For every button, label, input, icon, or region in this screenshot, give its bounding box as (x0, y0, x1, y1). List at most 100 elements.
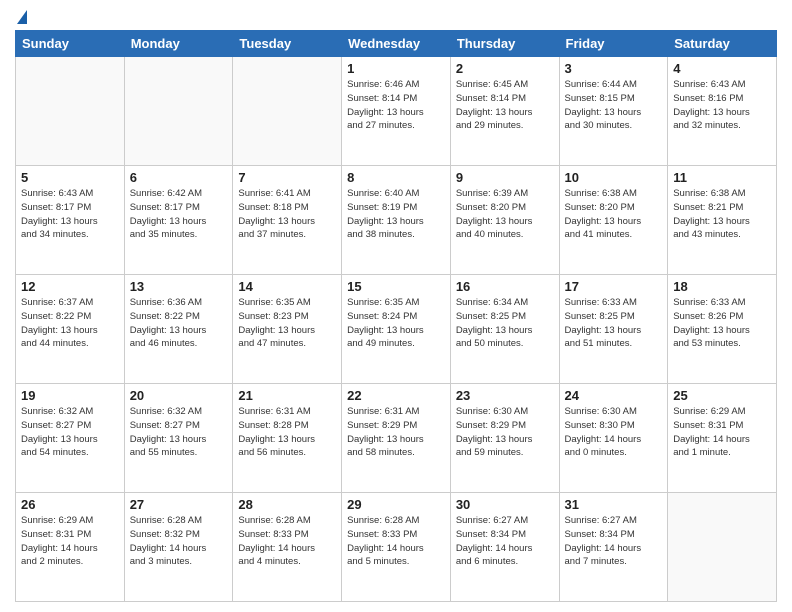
calendar-day: 22Sunrise: 6:31 AM Sunset: 8:29 PM Dayli… (342, 384, 451, 493)
calendar-day: 1 Sunrise: 6:46 AM Sunset: 8:14 PM Daylig… (342, 57, 451, 166)
day-info: Sunrise: 6:32 AM Sunset: 8:27 PM Dayligh… (130, 405, 228, 460)
calendar-day: 5 Sunrise: 6:43 AM Sunset: 8:17 PM Daylig… (16, 166, 125, 275)
day-number: 28 (238, 497, 336, 512)
day-info: Sunrise: 6:27 AM Sunset: 8:34 PM Dayligh… (565, 514, 663, 569)
day-number: 18 (673, 279, 771, 294)
calendar-day (16, 57, 125, 166)
day-number: 17 (565, 279, 663, 294)
calendar-week-4: 19Sunrise: 6:32 AM Sunset: 8:27 PM Dayli… (16, 384, 777, 493)
day-info: Sunrise: 6:46 AM Sunset: 8:14 PM Dayligh… (347, 78, 445, 133)
calendar-day: 3 Sunrise: 6:44 AM Sunset: 8:15 PM Daylig… (559, 57, 668, 166)
calendar-day: 8 Sunrise: 6:40 AM Sunset: 8:19 PM Daylig… (342, 166, 451, 275)
day-number: 2 (456, 61, 554, 76)
day-header-wednesday: Wednesday (342, 31, 451, 57)
calendar-day: 17 Sunrise: 6:33 AM Sunset: 8:25 PM Dayli… (559, 275, 668, 384)
calendar-day: 9Sunrise: 6:39 AM Sunset: 8:20 PM Daylig… (450, 166, 559, 275)
calendar-week-3: 12 Sunrise: 6:37 AM Sunset: 8:22 PM Dayli… (16, 275, 777, 384)
calendar-day: 14 Sunrise: 6:35 AM Sunset: 8:23 PM Dayli… (233, 275, 342, 384)
day-info: Sunrise: 6:43 AM Sunset: 8:17 PM Dayligh… (21, 187, 119, 242)
calendar-table: SundayMondayTuesdayWednesdayThursdayFrid… (15, 30, 777, 602)
day-number: 5 (21, 170, 119, 185)
calendar-day: 31 Sunrise: 6:27 AM Sunset: 8:34 PM Dayli… (559, 493, 668, 602)
day-info: Sunrise: 6:35 AM Sunset: 8:24 PM Dayligh… (347, 296, 445, 351)
day-number: 12 (21, 279, 119, 294)
day-number: 15 (347, 279, 445, 294)
day-info: Sunrise: 6:44 AM Sunset: 8:15 PM Dayligh… (565, 78, 663, 133)
day-number: 30 (456, 497, 554, 512)
day-info: Sunrise: 6:32 AM Sunset: 8:27 PM Dayligh… (21, 405, 119, 460)
calendar-day: 7 Sunrise: 6:41 AM Sunset: 8:18 PM Daylig… (233, 166, 342, 275)
day-header-tuesday: Tuesday (233, 31, 342, 57)
day-number: 16 (456, 279, 554, 294)
day-number: 4 (673, 61, 771, 76)
calendar-day: 4 Sunrise: 6:43 AM Sunset: 8:16 PM Daylig… (668, 57, 777, 166)
calendar-day: 18 Sunrise: 6:33 AM Sunset: 8:26 PM Dayli… (668, 275, 777, 384)
day-header-saturday: Saturday (668, 31, 777, 57)
day-info: Sunrise: 6:38 AM Sunset: 8:21 PM Dayligh… (673, 187, 771, 242)
header (15, 10, 777, 24)
day-number: 31 (565, 497, 663, 512)
calendar-week-1: 1 Sunrise: 6:46 AM Sunset: 8:14 PM Daylig… (16, 57, 777, 166)
day-info: Sunrise: 6:38 AM Sunset: 8:20 PM Dayligh… (565, 187, 663, 242)
calendar-day: 29Sunrise: 6:28 AM Sunset: 8:33 PM Dayli… (342, 493, 451, 602)
day-number: 27 (130, 497, 228, 512)
calendar-day: 21 Sunrise: 6:31 AM Sunset: 8:28 PM Dayli… (233, 384, 342, 493)
calendar-day: 12 Sunrise: 6:37 AM Sunset: 8:22 PM Dayli… (16, 275, 125, 384)
calendar-day: 6Sunrise: 6:42 AM Sunset: 8:17 PM Daylig… (124, 166, 233, 275)
day-info: Sunrise: 6:33 AM Sunset: 8:25 PM Dayligh… (565, 296, 663, 351)
day-info: Sunrise: 6:33 AM Sunset: 8:26 PM Dayligh… (673, 296, 771, 351)
day-number: 14 (238, 279, 336, 294)
calendar-day: 23 Sunrise: 6:30 AM Sunset: 8:29 PM Dayli… (450, 384, 559, 493)
calendar-day: 30 Sunrise: 6:27 AM Sunset: 8:34 PM Dayli… (450, 493, 559, 602)
day-number: 9 (456, 170, 554, 185)
day-number: 7 (238, 170, 336, 185)
page: SundayMondayTuesdayWednesdayThursdayFrid… (0, 0, 792, 612)
day-info: Sunrise: 6:28 AM Sunset: 8:32 PM Dayligh… (130, 514, 228, 569)
day-number: 24 (565, 388, 663, 403)
day-info: Sunrise: 6:37 AM Sunset: 8:22 PM Dayligh… (21, 296, 119, 351)
day-number: 1 (347, 61, 445, 76)
day-info: Sunrise: 6:35 AM Sunset: 8:23 PM Dayligh… (238, 296, 336, 351)
day-number: 11 (673, 170, 771, 185)
day-info: Sunrise: 6:30 AM Sunset: 8:29 PM Dayligh… (456, 405, 554, 460)
day-number: 20 (130, 388, 228, 403)
day-info: Sunrise: 6:29 AM Sunset: 8:31 PM Dayligh… (673, 405, 771, 460)
day-info: Sunrise: 6:31 AM Sunset: 8:28 PM Dayligh… (238, 405, 336, 460)
calendar-day (668, 493, 777, 602)
day-info: Sunrise: 6:40 AM Sunset: 8:19 PM Dayligh… (347, 187, 445, 242)
day-number: 6 (130, 170, 228, 185)
day-number: 13 (130, 279, 228, 294)
calendar-day: 10Sunrise: 6:38 AM Sunset: 8:20 PM Dayli… (559, 166, 668, 275)
day-info: Sunrise: 6:41 AM Sunset: 8:18 PM Dayligh… (238, 187, 336, 242)
calendar-day: 28Sunrise: 6:28 AM Sunset: 8:33 PM Dayli… (233, 493, 342, 602)
logo-triangle-icon (17, 10, 27, 24)
calendar-week-2: 5 Sunrise: 6:43 AM Sunset: 8:17 PM Daylig… (16, 166, 777, 275)
calendar-day (124, 57, 233, 166)
day-number: 22 (347, 388, 445, 403)
day-info: Sunrise: 6:27 AM Sunset: 8:34 PM Dayligh… (456, 514, 554, 569)
calendar-day (233, 57, 342, 166)
day-header-thursday: Thursday (450, 31, 559, 57)
calendar-day: 25 Sunrise: 6:29 AM Sunset: 8:31 PM Dayli… (668, 384, 777, 493)
calendar-day: 27 Sunrise: 6:28 AM Sunset: 8:32 PM Dayli… (124, 493, 233, 602)
day-info: Sunrise: 6:45 AM Sunset: 8:14 PM Dayligh… (456, 78, 554, 133)
day-header-monday: Monday (124, 31, 233, 57)
day-number: 23 (456, 388, 554, 403)
day-info: Sunrise: 6:36 AM Sunset: 8:22 PM Dayligh… (130, 296, 228, 351)
calendar-day: 2 Sunrise: 6:45 AM Sunset: 8:14 PM Daylig… (450, 57, 559, 166)
day-info: Sunrise: 6:29 AM Sunset: 8:31 PM Dayligh… (21, 514, 119, 569)
day-number: 3 (565, 61, 663, 76)
calendar-day: 20 Sunrise: 6:32 AM Sunset: 8:27 PM Dayli… (124, 384, 233, 493)
day-header-friday: Friday (559, 31, 668, 57)
calendar-day: 15 Sunrise: 6:35 AM Sunset: 8:24 PM Dayli… (342, 275, 451, 384)
day-info: Sunrise: 6:43 AM Sunset: 8:16 PM Dayligh… (673, 78, 771, 133)
day-info: Sunrise: 6:28 AM Sunset: 8:33 PM Dayligh… (347, 514, 445, 569)
logo (15, 10, 27, 24)
day-header-sunday: Sunday (16, 31, 125, 57)
day-info: Sunrise: 6:30 AM Sunset: 8:30 PM Dayligh… (565, 405, 663, 460)
day-number: 25 (673, 388, 771, 403)
day-number: 8 (347, 170, 445, 185)
calendar-day: 26Sunrise: 6:29 AM Sunset: 8:31 PM Dayli… (16, 493, 125, 602)
day-number: 21 (238, 388, 336, 403)
calendar-week-5: 26Sunrise: 6:29 AM Sunset: 8:31 PM Dayli… (16, 493, 777, 602)
